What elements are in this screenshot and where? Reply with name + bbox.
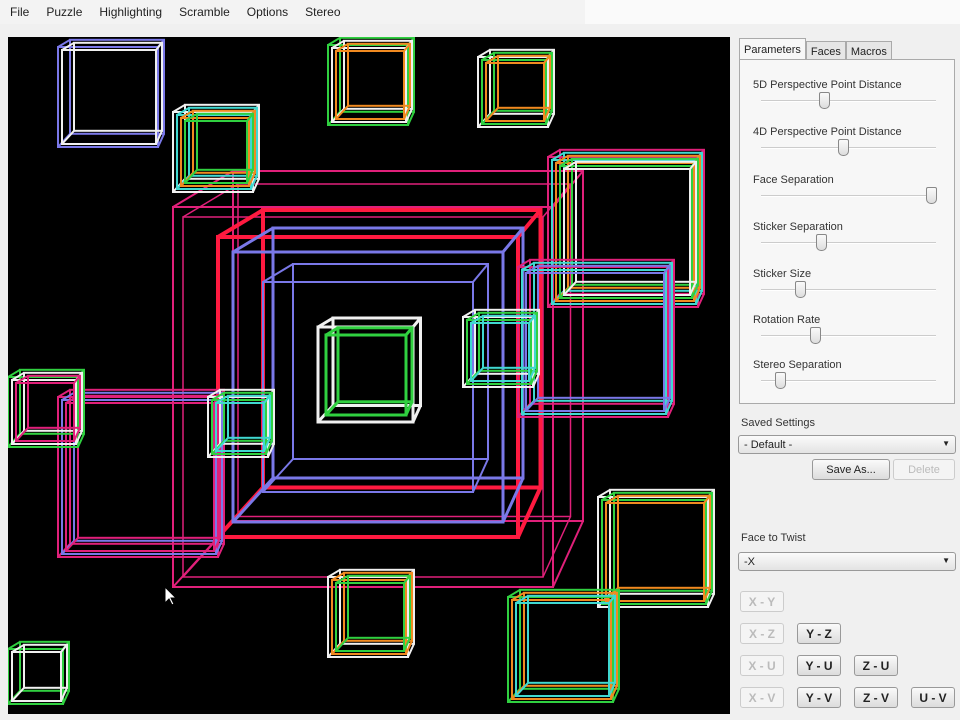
sticker-cube (559, 157, 699, 299)
slider-param: Sticker Separation (753, 221, 943, 251)
slider-track[interactable] (761, 234, 936, 251)
slider-label: Stereo Separation (753, 359, 842, 371)
slider-thumb[interactable] (810, 327, 822, 344)
rotate-x-y-button[interactable]: X - Y (740, 591, 784, 612)
slider-track[interactable] (761, 327, 936, 344)
rotate-y-z-button[interactable]: Y - Z (797, 623, 841, 644)
slider-param: Sticker Size (753, 268, 943, 298)
chevron-down-icon: ▼ (942, 439, 950, 448)
sticker-cube (262, 263, 489, 493)
slider-param: 5D Perspective Point Distance (753, 79, 943, 109)
slider-track[interactable] (761, 92, 936, 109)
sticker-cube (61, 391, 223, 555)
slider-track[interactable] (761, 139, 936, 156)
slider-thumb[interactable] (838, 139, 850, 156)
face-to-twist-value: -X (744, 556, 755, 568)
slider-label: Sticker Separation (753, 221, 843, 233)
slider-thumb[interactable] (794, 281, 806, 298)
rotate-x-v-button[interactable]: X - V (740, 687, 784, 708)
slider-track[interactable] (761, 187, 937, 204)
slider-thumb[interactable] (815, 234, 827, 251)
sticker-cube (61, 41, 163, 145)
slider-param: 4D Perspective Point Distance (753, 126, 943, 156)
tab-parameters[interactable]: Parameters (739, 38, 806, 60)
menu-file[interactable]: File (10, 5, 29, 19)
sticker-cube (515, 594, 616, 697)
save-as-button[interactable]: Save As... (812, 459, 890, 480)
slider-label: Sticker Size (753, 268, 812, 280)
chevron-down-icon: ▼ (942, 556, 950, 565)
saved-settings-label: Saved Settings (741, 417, 815, 429)
menu-options[interactable]: Options (247, 5, 288, 19)
sticker-cube (335, 42, 411, 120)
slider-param: Face Separation (753, 174, 943, 204)
mouse-cursor-icon (164, 585, 178, 606)
delete-button[interactable]: Delete (893, 459, 955, 480)
parameters-tab-body: 5D Perspective Point Distance 4D Perspec… (739, 59, 955, 404)
menu-stereo[interactable]: Stereo (305, 5, 340, 19)
rotate-x-u-button[interactable]: X - U (740, 655, 784, 676)
slider-param: Stereo Separation (753, 359, 943, 389)
rotate-y-u-button[interactable]: Y - U (797, 655, 841, 676)
puzzle-3d-view[interactable] (8, 37, 730, 714)
slider-track[interactable] (761, 281, 936, 298)
rotate-u-v-button[interactable]: U - V (911, 687, 955, 708)
tab-macros[interactable]: Macros (845, 41, 892, 60)
rotate-z-u-button[interactable]: Z - U (854, 655, 898, 676)
face-to-twist-select[interactable]: -X ▼ (738, 552, 956, 571)
slider-label: Rotation Rate (753, 314, 821, 326)
slider-label: 5D Perspective Point Distance (753, 79, 902, 91)
slider-label: Face Separation (753, 174, 834, 186)
slider-thumb[interactable] (775, 372, 787, 389)
slider-label: 4D Perspective Point Distance (753, 126, 902, 138)
slider-thumb[interactable] (819, 92, 830, 109)
saved-settings-select[interactable]: - Default - ▼ (738, 435, 956, 454)
tab-faces[interactable]: Faces (805, 41, 846, 60)
rotate-z-v-button[interactable]: Z - V (854, 687, 898, 708)
slider-thumb[interactable] (925, 187, 937, 204)
puzzle-render[interactable] (8, 37, 730, 714)
control-panel: Parameters Faces Macros 5D Perspective P… (735, 38, 960, 718)
sticker-cube (605, 494, 711, 602)
title-area (585, 0, 960, 24)
menu-bar: File Puzzle Highlighting Scramble Option… (0, 0, 585, 24)
sticker-cube (65, 394, 221, 552)
rotate-y-v-button[interactable]: Y - V (797, 687, 841, 708)
slider-param: Rotation Rate (753, 314, 943, 344)
saved-settings-value: - Default - (744, 439, 793, 451)
sticker-cube (324, 326, 414, 417)
menu-scramble[interactable]: Scramble (179, 5, 230, 19)
face-to-twist-label: Face to Twist (741, 532, 806, 544)
menu-puzzle[interactable]: Puzzle (46, 5, 82, 19)
rotate-x-z-button[interactable]: X - Z (740, 623, 784, 644)
menu-highlighting[interactable]: Highlighting (99, 5, 162, 19)
slider-track[interactable] (761, 372, 936, 389)
